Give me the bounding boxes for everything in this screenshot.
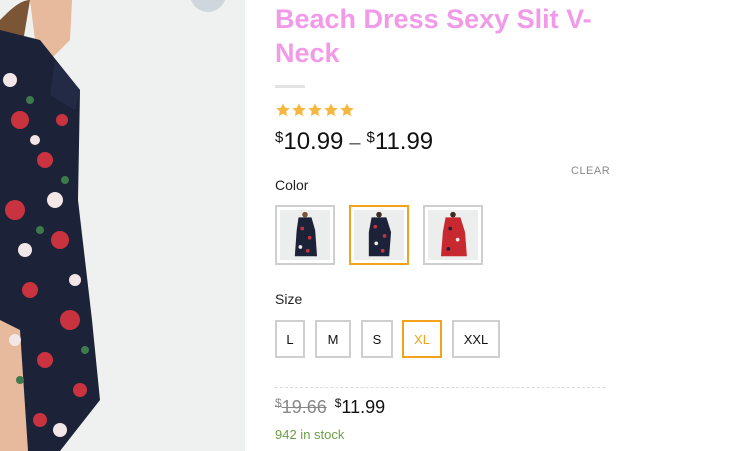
sale-price: $11.99 bbox=[335, 396, 386, 417]
variation-divider bbox=[275, 387, 605, 388]
product-title: Beach Dress Sexy Slit V-Neck bbox=[275, 4, 592, 68]
currency-symbol: $ bbox=[366, 129, 375, 146]
swatch-thumbnail bbox=[428, 210, 478, 260]
size-option-s[interactable]: S bbox=[361, 320, 393, 358]
price-min: 10.99 bbox=[283, 128, 344, 155]
star-rating[interactable] bbox=[275, 102, 355, 122]
swatch-thumbnail bbox=[280, 210, 330, 260]
currency-symbol: $ bbox=[275, 396, 282, 410]
stock-status: 942 in stock bbox=[275, 427, 345, 442]
size-option-xl[interactable]: XL bbox=[402, 320, 442, 358]
star-icon bbox=[307, 102, 323, 120]
star-icon bbox=[291, 102, 307, 120]
variation-price: $19.66 $11.99 bbox=[275, 396, 385, 418]
star-icon bbox=[339, 102, 355, 120]
size-option-xxl[interactable]: XXL bbox=[452, 320, 500, 358]
color-label: Color bbox=[275, 177, 309, 193]
price-max: 11.99 bbox=[374, 128, 434, 155]
swatch-thumbnail bbox=[354, 210, 404, 260]
title-divider bbox=[275, 85, 305, 88]
size-label: Size bbox=[275, 291, 303, 307]
sale-price-value: 11.99 bbox=[341, 397, 386, 417]
old-price-value: 19.66 bbox=[281, 397, 327, 417]
product-summary: Beach Dress Sexy Slit V-Neck $10.99– $11.… bbox=[275, 0, 610, 451]
price-range: $10.99– $11.99 bbox=[275, 128, 433, 156]
price-separator: – bbox=[349, 132, 361, 154]
clear-selection-link[interactable]: CLEAR bbox=[571, 165, 610, 177]
product-main-image[interactable] bbox=[0, 0, 245, 451]
color-swatch-navy-floral-1[interactable] bbox=[275, 205, 335, 265]
star-icon bbox=[323, 102, 339, 120]
color-swatch-red-floral[interactable] bbox=[423, 205, 483, 265]
color-swatch-navy-floral-2[interactable] bbox=[349, 205, 409, 265]
size-option-l[interactable]: L bbox=[275, 320, 305, 358]
star-icon bbox=[275, 102, 291, 120]
old-price: $19.66 bbox=[275, 396, 327, 417]
size-option-m[interactable]: M bbox=[315, 320, 351, 358]
